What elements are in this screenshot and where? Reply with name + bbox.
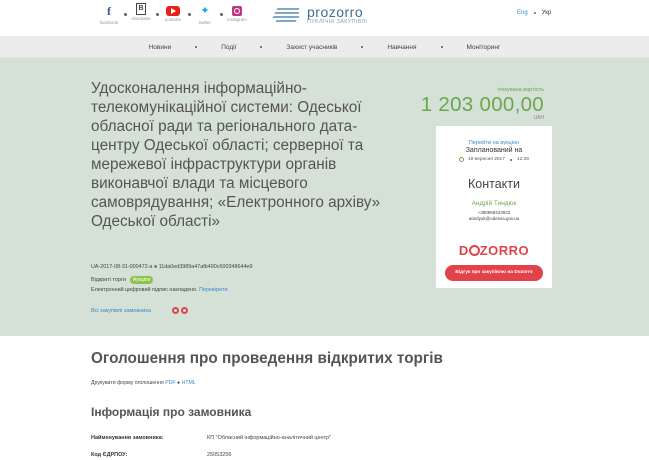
procedure-line: Відкриті торги Аукціон xyxy=(91,276,154,284)
main-nav: Новини Події Захист учасників Навчання М… xyxy=(0,36,649,58)
separator-dot xyxy=(361,46,364,48)
social-youtube[interactable]: youtube xyxy=(157,3,191,25)
social-vkontakte[interactable]: B vkontakte xyxy=(125,3,159,25)
social-instagram[interactable]: instagram xyxy=(221,3,253,25)
nav-item-events[interactable]: Події xyxy=(221,44,236,51)
dozorro-logo: D ZORRO xyxy=(458,243,530,258)
auction-datetime: 19 вересня 2017 12:28 xyxy=(436,157,552,162)
social-label: twitter xyxy=(198,20,211,25)
contact-phone: +380958423922 xyxy=(477,210,511,215)
tender-id: UA-2017-08-31-000472-a xyxy=(91,264,153,270)
nav-item-news[interactable]: Новини xyxy=(149,44,172,51)
separator-dot xyxy=(195,46,198,48)
tender-title: Удосконалення інформаційно-телекомунікац… xyxy=(91,80,381,230)
signature-text: Електронний цифровий підпис накладено. xyxy=(91,287,198,293)
nav-item-participants-protection[interactable]: Захист учасників xyxy=(286,44,337,51)
social-twitter[interactable]: ✦ twitter xyxy=(189,3,223,25)
language-switcher: Eng Укр xyxy=(517,10,551,16)
auction-time: 12:28 xyxy=(516,157,529,162)
logo-mark-icon xyxy=(272,4,303,26)
verify-signature-link[interactable]: Перевірити xyxy=(199,287,227,293)
instagram-icon xyxy=(232,6,242,16)
currency: UAH xyxy=(533,115,544,121)
auction-status: Запланований на xyxy=(465,147,523,154)
separator-dot xyxy=(260,46,263,48)
logo-text: prozorro ПУБЛІЧНІ ЗАКУПІВЛІ xyxy=(307,5,367,25)
separator-dot xyxy=(440,46,443,48)
lang-uk-current[interactable]: Укр xyxy=(542,10,552,16)
twitter-icon: ✦ xyxy=(200,5,210,17)
facebook-icon: f xyxy=(107,4,111,18)
nav-item-training[interactable]: Навчання xyxy=(387,44,416,51)
signature-line: Електронний цифровий підпис накладено. П… xyxy=(91,287,227,293)
prozorro-logo[interactable]: prozorro ПУБЛІЧНІ ЗАКУПІВЛІ xyxy=(272,4,367,26)
main-nav-bar: Новини Події Захист учасників Навчання М… xyxy=(0,36,649,58)
dozorro-eye-icon xyxy=(468,245,480,256)
print-text: Друкувати форму оголошення xyxy=(91,380,164,386)
expected-value: 1 203 000,00 xyxy=(420,93,544,116)
dozorro-feedback-button[interactable]: Відгук про закупівлю на Dozorro xyxy=(445,265,543,281)
lang-en-link[interactable]: Eng xyxy=(517,10,528,16)
contact-email[interactable]: atindyuk@odessa.gov.ua xyxy=(436,216,552,221)
social-label: youtube xyxy=(164,17,181,22)
top-bar: f facebook B vkontakte youtube ✦ twitter… xyxy=(0,0,649,36)
print-html-link[interactable]: HTML xyxy=(182,380,196,386)
customer-edrpou-value: 25053256 xyxy=(207,452,232,458)
customer-info-title: Інформація про замовника xyxy=(91,405,252,419)
contact-name: Андрій Тиндюк xyxy=(471,200,517,207)
youtube-icon xyxy=(166,6,180,16)
all-customer-tenders-link[interactable]: Всі закупівлі замовника xyxy=(91,308,151,314)
tender-id-line: UA-2017-08-31-000472-a ● 11da0ed3989a47a… xyxy=(91,264,252,270)
print-announcement-line: Друкувати форму оголошення PDF ● HTML xyxy=(91,380,196,386)
auction-contacts-panel: Перейти на аукціон Запланований на 19 ве… xyxy=(436,126,552,288)
social-label: vkontakte xyxy=(131,16,151,21)
go-to-auction-link[interactable]: Перейти на аукціон xyxy=(436,140,552,146)
separator-dot xyxy=(509,158,512,161)
procedure-type: Відкриті торги xyxy=(91,277,126,283)
contacts-heading: Контакти xyxy=(468,177,520,191)
auction-date: 19 вересня 2017 xyxy=(468,157,505,162)
logo-subtitle: ПУБЛІЧНІ ЗАКУПІВЛІ xyxy=(307,19,368,25)
logo-name: prozorro xyxy=(307,4,364,20)
clock-icon xyxy=(459,157,465,162)
customer-edrpou-label: Код ЄДРПОУ: xyxy=(91,452,128,458)
social-label: instagram xyxy=(227,17,247,22)
nav-item-monitoring[interactable]: Моніторинг xyxy=(467,44,501,51)
tender-hash: 11da0ed3989a47afb490c600348644e9 xyxy=(158,264,253,270)
social-facebook[interactable]: f facebook xyxy=(93,3,127,25)
separator-dot xyxy=(533,12,536,14)
vkontakte-icon: B xyxy=(136,3,146,15)
social-links: f facebook B vkontakte youtube ✦ twitter… xyxy=(93,3,253,25)
binoculars-icon[interactable] xyxy=(172,305,190,315)
announcement-title: Оголошення про проведення відкритих торг… xyxy=(91,350,443,367)
customer-name-label: Найменування замовника: xyxy=(91,435,164,441)
customer-name-value: КП "Обласний інформаційно-аналітичний це… xyxy=(207,435,332,441)
social-label: facebook xyxy=(99,20,119,25)
print-pdf-link[interactable]: PDF xyxy=(165,380,175,386)
procedure-tag-badge: Аукціон xyxy=(129,276,154,284)
